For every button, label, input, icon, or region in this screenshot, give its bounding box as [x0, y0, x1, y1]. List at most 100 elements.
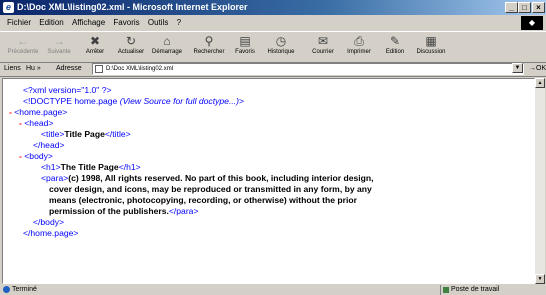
title-bar[interactable]: e D:\Doc XML\listing02.xml - Microsoft I…: [0, 0, 546, 15]
doctype-line: <!DOCTYPE home.page (View Source for ful…: [23, 96, 244, 107]
vertical-scrollbar[interactable]: ▲ ▼: [535, 78, 545, 284]
h1-line: <h1>The Title Page</h1>: [41, 162, 141, 173]
mail-label: Courrier: [312, 49, 334, 55]
arrow-left-icon: ←: [17, 34, 29, 48]
refresh-button[interactable]: ↻ Actualiser: [114, 33, 148, 61]
go-button[interactable]: →OK: [529, 62, 546, 76]
title-line: <title>Title Page</title>: [41, 129, 131, 140]
print-button[interactable]: ⎙ Imprimer: [342, 33, 376, 61]
stop-button[interactable]: ✖ Arrêter: [78, 33, 112, 61]
toolbar: ← Précédente → Suivante ✖ Arrêter ↻ Actu…: [0, 31, 546, 63]
page-icon: [95, 65, 103, 73]
go-label: OK: [536, 65, 546, 72]
windows-logo-icon: ◆: [521, 16, 543, 30]
status-bar: Terminé Poste de travail: [0, 285, 546, 295]
home-close-tag: </home.page>: [23, 228, 79, 238]
collapse-toggle-head[interactable]: -: [19, 118, 22, 128]
head-open-tag: <head>: [24, 118, 54, 128]
search-icon: ⚲: [204, 34, 214, 48]
doctype-end: >: [239, 96, 245, 106]
home-label: Démarrage: [151, 49, 182, 55]
h1-text: The Title Page: [60, 162, 119, 172]
history-button[interactable]: ◷ Historique: [264, 33, 298, 61]
discussion-label: Discussion: [416, 49, 446, 55]
scroll-down-button[interactable]: ▼: [535, 274, 545, 284]
scroll-up-button[interactable]: ▲: [535, 78, 545, 88]
para-line-4: permission of the publishers.</para>: [49, 206, 198, 217]
forward-button[interactable]: → Suivante: [42, 33, 76, 61]
menu-fichier[interactable]: Fichier: [4, 16, 34, 30]
collapse-toggle-body[interactable]: -: [19, 151, 22, 161]
history-label: Historique: [267, 49, 295, 55]
ie-status-icon: [3, 286, 10, 293]
back-button[interactable]: ← Précédente: [6, 33, 40, 61]
stop-icon: ✖: [89, 34, 101, 48]
para-open-tag: <para>: [41, 173, 69, 183]
ie-window: e D:\Doc XML\listing02.xml - Microsoft I…: [0, 0, 546, 295]
menu-help[interactable]: ?: [174, 16, 184, 30]
address-label: Adresse: [56, 65, 82, 72]
print-label: Imprimer: [347, 49, 371, 55]
mail-button[interactable]: ✉ Courrier: [306, 33, 340, 61]
para-line-2: cover design, and icons, may be reproduc…: [49, 184, 372, 195]
address-bar: Liens Hu » Adresse D:\Doc XML\listing02.…: [0, 62, 546, 77]
xml-declaration: <?xml version="1.0" ?>: [23, 85, 112, 96]
mail-icon: ✉: [317, 34, 329, 48]
title-open-tag: <title>: [41, 129, 65, 139]
hu-link[interactable]: Hu »: [26, 62, 41, 76]
computer-icon: [443, 287, 449, 293]
print-icon: ⎙: [354, 34, 364, 48]
home-button[interactable]: ⌂ Démarrage: [150, 33, 184, 61]
para-close-tag: </para>: [168, 206, 199, 216]
ie-logo-icon: e: [3, 2, 14, 13]
chevron-down-icon: ▼: [514, 65, 521, 71]
collapse-toggle-home[interactable]: -: [9, 107, 12, 117]
edit-button[interactable]: ✎ Edition: [378, 33, 412, 61]
favorites-button[interactable]: ▤ Favoris: [228, 33, 262, 61]
home-page-open-line: - <home.page>: [9, 107, 67, 118]
search-label: Rechercher: [193, 49, 225, 55]
body-open-line: - <body>: [19, 151, 53, 162]
head-close-tag: </head>: [33, 140, 65, 150]
body-close-tag: </body>: [33, 217, 65, 227]
xml-document-view[interactable]: <?xml version="1.0" ?> <!DOCTYPE home.pa…: [2, 78, 535, 284]
close-button[interactable]: ×: [532, 2, 545, 13]
window-title: D:\Doc XML\listing02.xml - Microsoft Int…: [17, 2, 248, 12]
favorites-icon: ▤: [239, 34, 251, 48]
para-line-1: <para>(c) 1998, All rights reserved. No …: [41, 173, 374, 184]
view-source-link[interactable]: (View Source for full doctype...): [120, 96, 239, 106]
doctype-text: <!DOCTYPE home.page: [23, 96, 120, 106]
arrow-up-icon: ▲: [537, 80, 543, 86]
stop-label: Arrêter: [85, 49, 105, 55]
title-text: Title Page: [64, 129, 105, 139]
body-close-line: </body>: [33, 217, 64, 228]
menu-edition[interactable]: Edition: [36, 16, 66, 30]
search-button[interactable]: ⚲ Rechercher: [192, 33, 226, 61]
edit-label: Edition: [385, 49, 405, 55]
maximize-button[interactable]: □: [518, 2, 531, 13]
menu-outils[interactable]: Outils: [145, 16, 171, 30]
para-text-1: (c) 1998, All rights reserved. No part o…: [68, 173, 374, 183]
minimize-button[interactable]: _: [505, 2, 518, 13]
go-arrow-icon: →: [529, 65, 536, 72]
links-label[interactable]: Liens: [4, 62, 21, 76]
home-open-tag: <home.page>: [14, 107, 68, 117]
menu-favoris[interactable]: Favoris: [110, 16, 142, 30]
favorites-label: Favoris: [235, 49, 255, 55]
history-icon: ◷: [275, 34, 287, 48]
menu-bar: Fichier Edition Affichage Favoris Outils…: [0, 16, 546, 30]
para-text-3: means (electronic, photocopying, recordi…: [49, 195, 357, 205]
arrow-down-icon: ▼: [537, 276, 543, 282]
discussion-button[interactable]: ▦ Discussion: [414, 33, 448, 61]
head-close-line: </head>: [33, 140, 65, 151]
body-open-tag: <body>: [24, 151, 53, 161]
forward-label: Suivante: [47, 49, 71, 55]
para-text-2: cover design, and icons, may be reproduc…: [49, 184, 372, 194]
xml-decl-text: <?xml version="1.0" ?>: [23, 85, 112, 95]
zone-label: Poste de travail: [451, 286, 500, 293]
status-text: Terminé: [12, 286, 37, 293]
address-input[interactable]: D:\Doc XML\listing02.xml: [92, 63, 524, 75]
menu-affichage[interactable]: Affichage: [69, 16, 108, 30]
address-dropdown-button[interactable]: ▼: [512, 63, 523, 73]
head-open-line: - <head>: [19, 118, 53, 129]
